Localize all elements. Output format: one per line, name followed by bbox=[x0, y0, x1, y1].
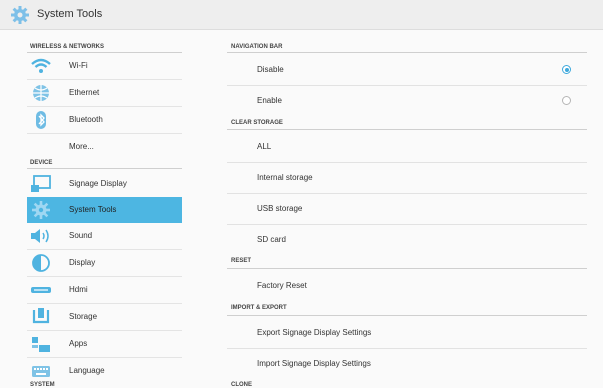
sidebar-item-signage-display[interactable]: Signage Display bbox=[27, 171, 182, 197]
heading-reset: RESET bbox=[231, 258, 252, 264]
settings-sidebar: WIRELESS & NETWORKS Wi-Fi Ethernet Bluet… bbox=[0, 30, 190, 388]
window-title: System Tools bbox=[37, 8, 103, 20]
sidebar-item-more[interactable]: More... bbox=[27, 134, 182, 160]
sidebar-item-display[interactable]: Display bbox=[27, 250, 182, 276]
factory-reset-button[interactable]: Factory Reset bbox=[227, 272, 587, 300]
heading-import-export: IMPORT & EXPORT bbox=[231, 305, 287, 311]
sidebar-item-sound[interactable]: Sound bbox=[27, 223, 182, 249]
ethernet-icon bbox=[33, 85, 49, 101]
option-label: Enable bbox=[257, 96, 282, 105]
heading-clear-storage: CLEAR STORAGE bbox=[231, 120, 283, 126]
sidebar-item-label: More... bbox=[69, 142, 94, 151]
keyboard-icon bbox=[32, 366, 50, 377]
title-bar: System Tools bbox=[0, 0, 603, 30]
option-enable[interactable]: Enable bbox=[227, 87, 587, 115]
row-divider bbox=[227, 193, 587, 194]
row-divider bbox=[227, 85, 587, 86]
import-settings-button[interactable]: Import Signage Display Settings bbox=[227, 350, 587, 378]
section-divider bbox=[227, 129, 587, 130]
export-settings-button[interactable]: Export Signage Display Settings bbox=[227, 319, 587, 347]
row-label: Internal storage bbox=[257, 173, 313, 182]
gear-icon bbox=[32, 201, 50, 219]
heading-clone: CLONE bbox=[231, 382, 252, 388]
brightness-icon bbox=[32, 254, 50, 272]
section-divider bbox=[227, 52, 587, 53]
sidebar-item-label: System Tools bbox=[69, 205, 117, 214]
sidebar-item-label: Display bbox=[69, 258, 96, 267]
clear-sd-card-button[interactable]: SD card bbox=[227, 226, 587, 254]
sidebar-item-label: Language bbox=[69, 366, 105, 375]
bluetooth-icon bbox=[36, 111, 46, 129]
sidebar-item-system-tools[interactable]: System Tools bbox=[27, 197, 182, 223]
gear-icon bbox=[11, 6, 29, 24]
display-cast-icon bbox=[31, 175, 51, 192]
row-label: ALL bbox=[257, 142, 272, 151]
speaker-icon bbox=[31, 229, 49, 243]
radio-enable[interactable] bbox=[562, 96, 571, 105]
option-label: Disable bbox=[257, 65, 284, 74]
sidebar-item-label: Signage Display bbox=[69, 179, 127, 188]
system-tools-panel: NAVIGATION BAR Disable Enable CLEAR STOR… bbox=[227, 30, 603, 388]
sidebar-item-ethernet[interactable]: Ethernet bbox=[27, 80, 182, 106]
apps-icon bbox=[32, 337, 50, 352]
wifi-icon bbox=[31, 58, 51, 73]
section-heading-wireless: WIRELESS & NETWORKS bbox=[30, 44, 105, 50]
sidebar-item-hdmi[interactable]: Hdmi bbox=[27, 277, 182, 303]
sidebar-item-apps[interactable]: Apps bbox=[27, 331, 182, 357]
option-disable[interactable]: Disable bbox=[227, 56, 587, 84]
sidebar-item-label: Storage bbox=[69, 312, 98, 321]
row-divider bbox=[227, 224, 587, 225]
row-divider bbox=[227, 348, 587, 349]
row-label: USB storage bbox=[257, 204, 303, 213]
section-divider bbox=[227, 268, 587, 269]
section-divider bbox=[227, 315, 587, 316]
clear-all-button[interactable]: ALL bbox=[227, 133, 587, 161]
sidebar-item-wifi[interactable]: Wi-Fi bbox=[27, 53, 182, 79]
heading-navigation-bar: NAVIGATION BAR bbox=[231, 44, 283, 50]
sidebar-item-label: Ethernet bbox=[69, 88, 100, 97]
row-divider bbox=[227, 162, 587, 163]
sidebar-item-label: Apps bbox=[69, 339, 88, 348]
sidebar-item-bluetooth[interactable]: Bluetooth bbox=[27, 107, 182, 133]
section-divider bbox=[27, 168, 182, 169]
row-label: Factory Reset bbox=[257, 281, 307, 290]
clear-internal-storage-button[interactable]: Internal storage bbox=[227, 164, 587, 192]
hdmi-icon bbox=[31, 287, 51, 293]
radio-disable[interactable] bbox=[562, 65, 571, 74]
sidebar-item-language[interactable]: Language bbox=[27, 358, 182, 384]
storage-icon bbox=[32, 308, 50, 324]
sidebar-item-label: Wi-Fi bbox=[69, 61, 88, 70]
clear-usb-storage-button[interactable]: USB storage bbox=[227, 195, 587, 223]
sidebar-item-label: Sound bbox=[69, 231, 93, 240]
section-heading-device: DEVICE bbox=[30, 160, 53, 166]
row-label: Export Signage Display Settings bbox=[257, 328, 372, 337]
row-label: SD card bbox=[257, 235, 286, 244]
sidebar-item-storage[interactable]: Storage bbox=[27, 304, 182, 330]
sidebar-item-label: Hdmi bbox=[69, 285, 88, 294]
row-label: Import Signage Display Settings bbox=[257, 359, 371, 368]
sidebar-item-label: Bluetooth bbox=[69, 115, 103, 124]
section-heading-system: SYSTEM bbox=[30, 382, 55, 388]
